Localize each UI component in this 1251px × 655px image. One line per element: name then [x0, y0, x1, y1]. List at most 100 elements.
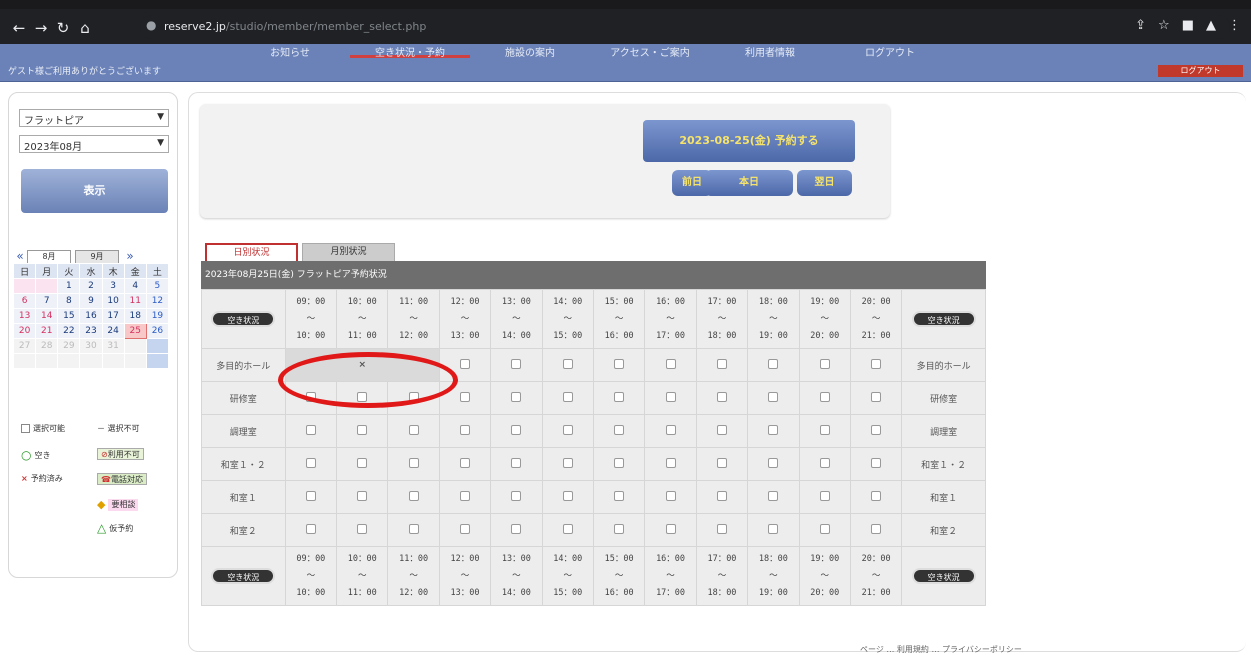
slot-checkbox[interactable] — [614, 424, 625, 435]
calendar-day[interactable]: 29 — [57, 338, 81, 354]
slot-checkbox[interactable] — [614, 523, 625, 534]
slot-checkbox[interactable] — [665, 523, 676, 534]
slot-checkbox[interactable] — [511, 457, 522, 468]
month-select[interactable]: 2023年08月 ▼ — [19, 135, 169, 153]
slot-checkbox[interactable] — [871, 391, 882, 402]
slot-checkbox[interactable] — [408, 523, 419, 534]
slot-checkbox[interactable] — [871, 358, 882, 369]
calendar-day[interactable]: 21 — [35, 323, 59, 339]
tab-month-next[interactable]: 9月 — [75, 250, 119, 263]
slot-checkbox[interactable] — [768, 523, 779, 534]
calendar-day[interactable]: 20 — [12, 323, 37, 339]
calendar-day[interactable]: 11 — [123, 293, 147, 309]
slot-checkbox[interactable] — [871, 424, 882, 435]
calendar-day[interactable]: 12 — [145, 293, 170, 309]
slot-checkbox[interactable] — [819, 457, 830, 468]
status-button[interactable]: 空き状況 — [211, 568, 276, 584]
slot-checkbox[interactable] — [665, 358, 676, 369]
address-bar[interactable]: ● reserve2.jp/studio/member/member_selec… — [140, 15, 1230, 39]
slot-checkbox[interactable] — [511, 391, 522, 402]
calendar-day[interactable]: 19 — [145, 308, 170, 324]
calendar-day[interactable]: 16 — [79, 308, 103, 324]
tab-month-current[interactable]: 8月 — [27, 250, 71, 263]
slot-checkbox[interactable] — [511, 523, 522, 534]
calendar-day[interactable]: 8 — [57, 293, 81, 309]
tab-monthly[interactable]: 月別状況 — [302, 243, 395, 261]
slot-checkbox[interactable] — [459, 490, 470, 501]
slot-checkbox[interactable] — [716, 391, 727, 402]
menu-item-access[interactable]: アクセス・ご案内 — [590, 44, 710, 59]
slot-checkbox[interactable] — [716, 457, 727, 468]
menu-item-news[interactable]: お知らせ — [230, 44, 350, 59]
slot-checkbox[interactable] — [665, 457, 676, 468]
slot-checkbox[interactable] — [819, 490, 830, 501]
slot-checkbox[interactable] — [716, 424, 727, 435]
slot-checkbox[interactable] — [768, 358, 779, 369]
slot-checkbox[interactable] — [305, 490, 316, 501]
calendar-day[interactable]: 24 — [101, 323, 125, 339]
slot-checkbox[interactable] — [305, 523, 316, 534]
slot-checkbox[interactable] — [819, 523, 830, 534]
next-month-icon[interactable]: » — [123, 249, 137, 263]
calendar-day[interactable]: 23 — [79, 323, 103, 339]
calendar-day[interactable]: 6 — [12, 293, 37, 309]
slot-checkbox[interactable] — [562, 424, 573, 435]
reserve-button[interactable]: 2023-08-25(金) 予約する — [643, 120, 855, 162]
show-button[interactable]: 表示 — [21, 169, 168, 213]
status-button[interactable]: 空き状況 — [211, 311, 276, 327]
slot-checkbox[interactable] — [614, 490, 625, 501]
slot-checkbox[interactable] — [357, 457, 368, 468]
reload-icon[interactable]: ↻ — [52, 19, 74, 37]
today-button[interactable]: 本日 — [705, 170, 793, 196]
calendar-day[interactable]: 10 — [101, 293, 125, 309]
slot-checkbox[interactable] — [357, 424, 368, 435]
star-icon[interactable]: ☆ — [1158, 18, 1170, 33]
calendar-day[interactable]: 2 — [79, 278, 103, 294]
status-button[interactable]: 空き状況 — [911, 311, 976, 327]
calendar-day[interactable]: 7 — [35, 293, 59, 309]
slot-checkbox[interactable] — [614, 457, 625, 468]
menu-item-logout[interactable]: ログアウト — [830, 44, 950, 59]
slot-checkbox[interactable] — [768, 391, 779, 402]
slot-checkbox[interactable] — [614, 391, 625, 402]
facility-select[interactable]: フラットピア ▼ — [19, 109, 169, 127]
share-icon[interactable]: ⇪ — [1135, 18, 1146, 33]
calendar-day[interactable]: 5 — [145, 278, 170, 294]
slot-checkbox[interactable] — [562, 391, 573, 402]
slot-checkbox[interactable] — [768, 424, 779, 435]
slot-checkbox[interactable] — [408, 457, 419, 468]
calendar-day[interactable]: 9 — [79, 293, 103, 309]
calendar-day[interactable]: 13 — [12, 308, 37, 324]
logout-badge[interactable]: ログアウト — [1158, 65, 1243, 77]
slot-checkbox[interactable] — [511, 490, 522, 501]
calendar-day[interactable]: 4 — [123, 278, 147, 294]
menu-item-facility[interactable]: 施設の案内 — [470, 44, 590, 59]
calendar-day[interactable]: 26 — [145, 323, 170, 339]
slot-checkbox[interactable] — [871, 523, 882, 534]
slot-checkbox[interactable] — [459, 358, 470, 369]
next-day-button[interactable]: 翌日 — [797, 170, 852, 196]
slot-checkbox[interactable] — [408, 424, 419, 435]
status-button[interactable]: 空き状況 — [911, 568, 976, 584]
slot-checkbox[interactable] — [562, 358, 573, 369]
slot-checkbox[interactable] — [768, 490, 779, 501]
prev-month-icon[interactable]: « — [13, 249, 27, 263]
slot-checkbox[interactable] — [665, 391, 676, 402]
forward-arrow-icon[interactable]: → — [30, 19, 52, 37]
slot-checkbox[interactable] — [665, 490, 676, 501]
slot-checkbox[interactable] — [305, 457, 316, 468]
slot-checkbox[interactable] — [357, 523, 368, 534]
slot-checkbox[interactable] — [562, 490, 573, 501]
calendar-day[interactable]: 1 — [57, 278, 81, 294]
calendar-day[interactable]: 18 — [123, 308, 147, 324]
slot-checkbox[interactable] — [511, 358, 522, 369]
tab-daily[interactable]: 日別状況 — [205, 243, 298, 261]
menu-item-user-info[interactable]: 利用者情報 — [710, 44, 830, 59]
slot-checkbox[interactable] — [819, 424, 830, 435]
sidepanel-icon[interactable]: ■ — [1182, 18, 1194, 33]
calendar-day[interactable]: 22 — [57, 323, 81, 339]
slot-checkbox[interactable] — [562, 523, 573, 534]
slot-checkbox[interactable] — [305, 424, 316, 435]
calendar-day[interactable]: 3 — [101, 278, 125, 294]
slot-checkbox[interactable] — [768, 457, 779, 468]
